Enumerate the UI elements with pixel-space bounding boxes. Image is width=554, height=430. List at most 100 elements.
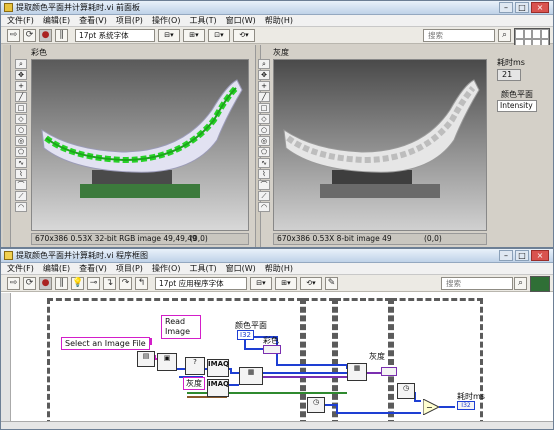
gray-image-display[interactable] — [273, 59, 487, 231]
menu-project[interactable]: 项目(P) — [116, 15, 143, 26]
oval-icon[interactable]: ○ — [258, 125, 270, 135]
svg-text:−: − — [426, 403, 433, 412]
rectangle-icon[interactable]: □ — [258, 103, 270, 113]
menu-edit[interactable]: 编辑(E) — [43, 263, 70, 274]
imaq-create-2[interactable]: IMAQ — [207, 379, 229, 397]
menu-view[interactable]: 查看(V) — [79, 15, 107, 26]
menu-project[interactable]: 项目(P) — [116, 263, 143, 274]
menu-edit[interactable]: 编辑(E) — [43, 15, 70, 26]
menu-operate[interactable]: 操作(O) — [152, 263, 181, 274]
annulus-arc-icon[interactable]: ◠ — [15, 202, 27, 212]
freeline-icon[interactable]: ⌒ — [15, 180, 27, 190]
vi-icon[interactable] — [530, 276, 550, 292]
distribute-objects-icon[interactable]: ⊞▾ — [183, 28, 205, 42]
search-input[interactable]: 搜索 — [423, 29, 495, 42]
zoom-icon[interactable]: ⌕ — [258, 59, 270, 69]
menu-help[interactable]: 帮助(H) — [265, 263, 293, 274]
annulus-icon[interactable]: ◎ — [258, 136, 270, 146]
line-icon[interactable]: ╱ — [15, 92, 27, 102]
freehand-icon[interactable]: ∿ — [15, 158, 27, 168]
rotated-rect-icon[interactable]: ◇ — [15, 114, 27, 124]
menu-view[interactable]: 查看(V) — [79, 263, 107, 274]
color-image-display[interactable] — [31, 59, 249, 231]
tick-count-2-icon[interactable]: ◷ — [397, 383, 415, 399]
abort-icon[interactable]: ● — [39, 276, 52, 290]
broken-line-icon[interactable]: ⟋ — [15, 191, 27, 201]
reorder-icon[interactable]: ⟲▾ — [233, 28, 255, 42]
retain-wire-values-icon[interactable]: ⊸ — [87, 276, 100, 290]
align-objects-icon[interactable]: ⊟▾ — [158, 28, 180, 42]
search-input[interactable]: 搜索 — [441, 277, 513, 290]
run-continuously-icon[interactable]: ⟳ — [23, 28, 36, 42]
color-image-terminal[interactable] — [263, 345, 281, 354]
search-icon[interactable]: ⌕ — [514, 277, 527, 290]
run-continuously-icon[interactable]: ⟳ — [23, 276, 36, 290]
annulus-arc-icon[interactable]: ◠ — [258, 202, 270, 212]
freeline-icon[interactable]: ⌒ — [258, 180, 270, 190]
distribute-objects-icon[interactable]: ⊞▾ — [275, 276, 297, 290]
close-icon[interactable]: × — [531, 250, 549, 261]
minimize-icon[interactable]: – — [499, 2, 513, 13]
color-plane-selector[interactable]: Intensity — [497, 100, 537, 112]
pan-icon[interactable]: ✥ — [258, 70, 270, 80]
menu-window[interactable]: 窗口(W) — [226, 263, 256, 274]
pause-icon[interactable]: ∥ — [55, 276, 68, 290]
abort-icon[interactable]: ● — [39, 28, 52, 42]
polygon-icon[interactable]: ⬠ — [258, 147, 270, 157]
file-dialog-icon[interactable]: ▤ — [137, 351, 155, 367]
gray-image-terminal[interactable] — [381, 367, 397, 376]
point-icon[interactable]: + — [15, 81, 27, 91]
menu-tools[interactable]: 工具(T) — [189, 263, 216, 274]
color-plane-constant[interactable]: I32 — [237, 330, 254, 340]
zoom-icon[interactable]: ⌕ — [15, 59, 27, 69]
annulus-icon[interactable]: ◎ — [15, 136, 27, 146]
polyline-icon[interactable]: ⌇ — [15, 169, 27, 179]
freehand-icon[interactable]: ∿ — [258, 158, 270, 168]
menu-tools[interactable]: 工具(T) — [189, 15, 216, 26]
imaq-create-1[interactable]: IMAQ — [207, 359, 229, 377]
line-icon[interactable]: ╱ — [258, 92, 270, 102]
extract-plane-icon[interactable]: ▦ — [347, 363, 367, 381]
step-out-icon[interactable]: ↰ — [135, 276, 148, 290]
search-icon[interactable]: ⌕ — [498, 29, 511, 42]
minimize-icon[interactable]: – — [499, 250, 513, 261]
rectangle-icon[interactable]: □ — [15, 103, 27, 113]
align-objects-icon[interactable]: ⊟▾ — [250, 276, 272, 290]
rotated-rect-icon[interactable]: ◇ — [258, 114, 270, 124]
pause-icon[interactable]: ∥ — [55, 28, 68, 42]
point-icon[interactable]: + — [258, 81, 270, 91]
select-file-constant[interactable]: Select an Image File — [61, 337, 150, 350]
imaq-readfile-icon[interactable]: ▦ — [239, 367, 263, 385]
cleanup-diagram-icon[interactable]: ✎ — [325, 276, 338, 290]
polygon-icon[interactable]: ⬠ — [15, 147, 27, 157]
broken-line-icon[interactable]: ⟋ — [258, 191, 270, 201]
create-image-icon[interactable]: ? — [185, 357, 205, 375]
panel-left-scrollbar[interactable] — [3, 45, 11, 247]
maximize-icon[interactable]: □ — [515, 250, 529, 261]
font-selector[interactable]: 17pt 系统字体 — [75, 28, 155, 42]
run-arrow-icon[interactable]: ⇨ — [7, 276, 20, 290]
highlight-execution-icon[interactable]: 💡 — [71, 276, 84, 290]
close-icon[interactable]: × — [531, 2, 549, 13]
menu-file[interactable]: 文件(F) — [7, 15, 34, 26]
menu-window[interactable]: 窗口(W) — [226, 15, 256, 26]
menu-help[interactable]: 帮助(H) — [265, 15, 293, 26]
step-into-icon[interactable]: ↴ — [103, 276, 116, 290]
reorder-icon[interactable]: ⟲▾ — [300, 276, 322, 290]
polyline-icon[interactable]: ⌇ — [258, 169, 270, 179]
oval-icon[interactable]: ○ — [15, 125, 27, 135]
time-ms-terminal[interactable]: I32 — [457, 401, 475, 410]
pan-icon[interactable]: ✥ — [15, 70, 27, 80]
read-file-icon[interactable]: ▣ — [157, 353, 177, 371]
font-selector[interactable]: 17pt 应用程序字体 — [155, 276, 247, 290]
run-arrow-icon[interactable]: ⇨ — [7, 28, 20, 42]
menu-operate[interactable]: 操作(O) — [152, 15, 181, 26]
menu-file[interactable]: 文件(F) — [7, 263, 34, 274]
gray-name-constant[interactable]: 灰度 — [183, 377, 205, 390]
maximize-icon[interactable]: □ — [515, 2, 529, 13]
subtract-icon[interactable]: − — [423, 399, 439, 415]
resize-objects-icon[interactable]: ⊡▾ — [208, 28, 230, 42]
diagram-bottom-scrollbar[interactable] — [1, 421, 553, 429]
step-over-icon[interactable]: ↷ — [119, 276, 132, 290]
tick-count-1-icon[interactable]: ◷ — [307, 397, 325, 413]
